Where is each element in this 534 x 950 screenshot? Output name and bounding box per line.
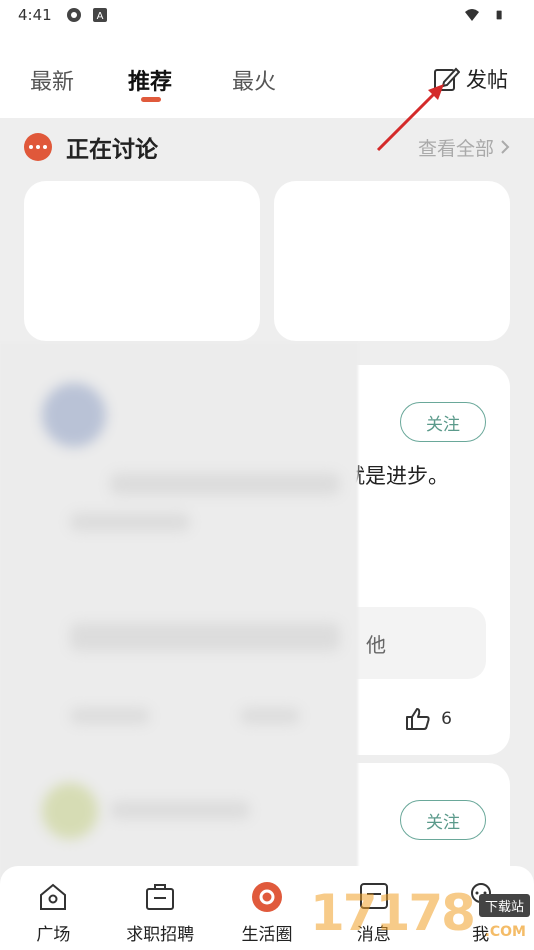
tab-latest[interactable]: 最新 xyxy=(30,64,74,96)
follow-button[interactable]: 关注 xyxy=(400,800,486,840)
section-title: 正在讨论 xyxy=(66,137,158,163)
nav-label: 生活圈 xyxy=(241,925,293,945)
watermark-suffix: .COM xyxy=(484,924,526,940)
tab-hottest[interactable]: 最火 xyxy=(232,64,276,96)
like-button[interactable]: 6 xyxy=(405,707,452,731)
status-bar: 4:41 A xyxy=(0,0,534,30)
active-tab-indicator xyxy=(141,97,161,102)
view-all-link[interactable]: 查看全部 xyxy=(418,134,510,161)
thumbs-up-icon xyxy=(406,708,430,730)
briefcase-icon xyxy=(146,884,175,910)
post-button-label: 发帖 xyxy=(466,68,508,92)
top-bar: 最新 推荐 最火 发帖 xyxy=(0,30,534,118)
svg-text:A: A xyxy=(96,11,103,22)
discussion-header: 正在讨论 查看全部 xyxy=(24,128,510,166)
post-text: 就是进步。 xyxy=(344,464,449,488)
tab-recommended[interactable]: 推荐 xyxy=(128,64,172,96)
battery-icon xyxy=(496,10,502,20)
app-notification-icon xyxy=(66,8,81,22)
follow-button[interactable]: 关注 xyxy=(400,402,486,442)
watermark-tag: 下载站 xyxy=(478,894,530,917)
nav-life-circle[interactable]: 生活圈 xyxy=(217,880,317,945)
status-time: 4:41 xyxy=(18,6,52,24)
nav-jobs[interactable]: 求职招聘 xyxy=(110,880,210,945)
a-notification-icon: A xyxy=(92,8,107,22)
site-watermark: 17178 下载站 .COM xyxy=(310,884,530,950)
nav-label: 求职招聘 xyxy=(126,925,195,945)
watermark-number: 17178 xyxy=(310,884,476,942)
discussion-card[interactable] xyxy=(24,181,260,341)
nav-square[interactable]: 广场 xyxy=(3,880,103,945)
nav-label: 广场 xyxy=(36,925,71,945)
chevron-right-icon xyxy=(501,140,510,154)
reply-text: 他 xyxy=(366,632,386,657)
chat-bubble-icon xyxy=(24,133,52,161)
wifi-icon xyxy=(465,9,479,21)
like-count: 6 xyxy=(441,709,452,729)
blurred-region xyxy=(0,343,358,878)
discussion-card[interactable] xyxy=(274,181,510,341)
circle-icon xyxy=(251,882,282,912)
home-icon xyxy=(40,883,67,910)
view-all-label: 查看全部 xyxy=(417,137,494,160)
